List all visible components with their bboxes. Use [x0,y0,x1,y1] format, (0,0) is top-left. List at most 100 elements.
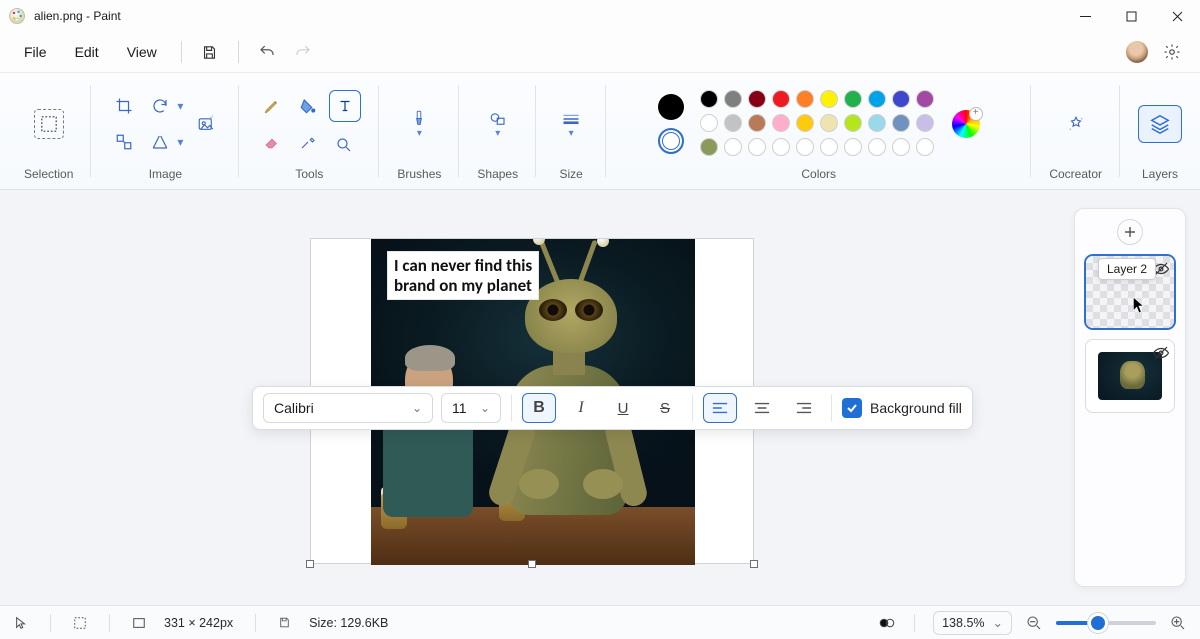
fill-tool[interactable] [293,93,323,119]
size-button[interactable]: ▾ [554,104,588,144]
rotate-button[interactable]: ▾ [145,93,185,119]
color-swatch[interactable] [844,90,862,108]
resize-button[interactable] [109,129,139,155]
color-swatch[interactable] [748,90,766,108]
workspace: Calibri ⌄ 11 ⌄ B I U S Background fill [0,190,1200,605]
color-2[interactable] [658,128,684,154]
bold-button[interactable]: B [522,393,556,423]
color-swatch[interactable] [844,138,862,156]
close-button[interactable] [1154,0,1200,32]
color-swatch[interactable] [844,114,862,132]
layer-item-1[interactable] [1085,339,1175,413]
cocreator-button[interactable] [1059,107,1093,141]
edit-colors-button[interactable] [952,110,980,138]
canvas-text-box[interactable]: I can never find this brand on my planet [387,251,539,300]
color-swatch[interactable] [892,138,910,156]
color-swatch[interactable] [724,138,742,156]
color-swatch[interactable] [724,90,742,108]
zoom-combo[interactable]: 138.5% ⌄ [933,611,1012,635]
ribbon-label-selection: Selection [24,167,73,185]
layers-panel: Layer 2 [1074,208,1186,587]
maximize-button[interactable] [1108,0,1154,32]
save-button[interactable] [194,36,226,68]
color-swatch[interactable] [772,114,790,132]
undo-button[interactable] [251,36,283,68]
color-swatch[interactable] [796,138,814,156]
color-swatch[interactable] [796,114,814,132]
strikethrough-button[interactable]: S [648,393,682,423]
layer-visibility-icon[interactable] [1152,344,1170,362]
menu-file[interactable]: File [12,38,59,66]
cursor-position-icon [14,616,28,630]
color-swatch[interactable] [796,90,814,108]
align-right-button[interactable] [787,393,821,423]
divider [238,41,239,63]
ribbon: Selection ▾ ▾ Image [0,72,1200,190]
color-swatch[interactable] [868,138,886,156]
zoom-out-button[interactable] [1026,615,1042,631]
brushes-button[interactable]: ▾ [402,104,436,144]
font-family-combo[interactable]: Calibri ⌄ [263,393,433,423]
color-swatch[interactable] [700,90,718,108]
resize-handle[interactable] [750,560,758,568]
redo-button[interactable] [287,36,319,68]
align-center-button[interactable] [745,393,779,423]
ribbon-group-cocreator: Cocreator [1031,73,1120,189]
ribbon-label-brushes: Brushes [397,167,441,185]
underline-button[interactable]: U [606,393,640,423]
color-palette [700,90,936,158]
color-swatch[interactable] [892,90,910,108]
color-swatch[interactable] [868,114,886,132]
color-swatch[interactable] [820,138,838,156]
pencil-tool[interactable] [257,93,287,119]
cursor-icon [1132,296,1146,319]
magnifier-tool[interactable] [329,132,359,158]
background-fill-checkbox[interactable] [842,398,862,418]
zoom-in-button[interactable] [1170,615,1186,631]
color-swatch[interactable] [820,114,838,132]
eraser-tool[interactable] [257,129,287,155]
user-avatar[interactable] [1126,41,1148,63]
color-swatch[interactable] [820,90,838,108]
copilot-icon[interactable] [878,614,896,632]
selection-size-icon [73,616,87,630]
menu-view[interactable]: View [115,38,169,66]
color-swatch[interactable] [868,90,886,108]
align-left-button[interactable] [703,393,737,423]
color-1[interactable] [658,94,684,120]
resize-handle[interactable] [528,560,536,568]
crop-button[interactable] [109,93,139,119]
layer-item-2[interactable]: Layer 2 [1085,255,1175,329]
text-tool[interactable] [329,90,361,122]
divider [511,395,512,421]
flip-button[interactable]: ▾ [145,129,185,155]
add-layer-button[interactable] [1117,219,1143,245]
font-size-combo[interactable]: 11 ⌄ [441,393,501,423]
color-swatch[interactable] [700,138,718,156]
color-swatch[interactable] [892,114,910,132]
color-swatch[interactable] [772,90,790,108]
resize-handle[interactable] [306,560,314,568]
menu-edit[interactable]: Edit [63,38,111,66]
color-swatch[interactable] [916,138,934,156]
color-swatch[interactable] [772,138,790,156]
color-swatch[interactable] [748,114,766,132]
color-swatch[interactable] [748,138,766,156]
layers-toggle-button[interactable] [1138,105,1182,143]
color-swatch[interactable] [916,114,934,132]
ribbon-label-tools: Tools [295,167,323,185]
settings-button[interactable] [1156,36,1188,68]
zoom-slider[interactable] [1056,621,1156,625]
selection-tool[interactable] [34,109,64,139]
color-picker-tool[interactable] [293,129,323,155]
remove-background-button[interactable] [191,111,221,137]
shapes-button[interactable]: ▾ [481,104,515,144]
color-swatch[interactable] [700,114,718,132]
color-swatch[interactable] [724,114,742,132]
divider [831,395,832,421]
ribbon-label-colors: Colors [801,167,836,185]
minimize-button[interactable] [1062,0,1108,32]
color-swatch[interactable] [916,90,934,108]
paint-app-icon [8,7,26,25]
italic-button[interactable]: I [564,393,598,423]
